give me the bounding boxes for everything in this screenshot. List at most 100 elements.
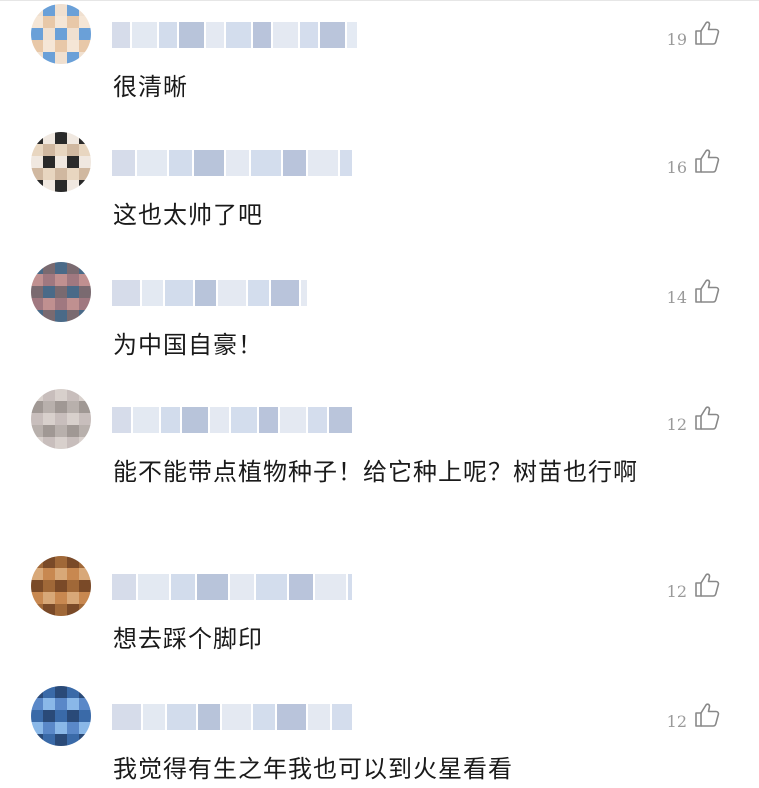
avatar-pixel <box>43 413 55 425</box>
username-blur-block <box>231 407 257 433</box>
avatar-pixel <box>43 156 55 168</box>
avatar-pixel <box>67 389 79 401</box>
top-divider <box>0 0 759 1</box>
avatar-pixel <box>67 604 79 616</box>
avatar-pixel <box>31 389 43 401</box>
avatar-pixel <box>31 144 43 156</box>
username-blurred[interactable] <box>112 574 352 600</box>
username-blur-block <box>226 22 251 48</box>
avatar-pixel <box>67 262 79 274</box>
username-blur-block <box>171 574 195 600</box>
username-blur-block <box>251 150 281 176</box>
avatar[interactable] <box>31 389 91 449</box>
avatar-pixel <box>79 156 91 168</box>
avatar-pixel <box>43 556 55 568</box>
avatar-pixel <box>67 568 79 580</box>
avatar[interactable] <box>31 132 91 192</box>
username-blur-block <box>194 150 224 176</box>
username-blur-block <box>273 22 298 48</box>
avatar[interactable] <box>31 556 91 616</box>
avatar-pixel <box>31 310 43 322</box>
avatar-pixel <box>31 710 43 722</box>
avatar-pixel <box>79 28 91 40</box>
username-blur-block <box>277 704 306 730</box>
comment-text: 能不能带点植物种子！给它种上呢？树苗也行啊 <box>113 458 638 486</box>
avatar-pixel <box>43 132 55 144</box>
username-blurred[interactable] <box>112 704 352 730</box>
avatar-pixel <box>79 734 91 746</box>
username-blurred[interactable] <box>112 150 352 176</box>
avatar-pixel <box>43 168 55 180</box>
thumbs-up-icon[interactable] <box>693 147 721 175</box>
avatar[interactable] <box>31 686 91 746</box>
avatar-pixel <box>43 722 55 734</box>
avatar-pixel <box>67 286 79 298</box>
username-blur-block <box>308 704 330 730</box>
username-blur-block <box>315 574 346 600</box>
avatar-pixel <box>43 28 55 40</box>
avatar-pixel <box>43 568 55 580</box>
thumbs-up-icon[interactable] <box>693 571 721 599</box>
avatar-pixel <box>79 132 91 144</box>
avatar-pixel <box>31 425 43 437</box>
avatar-pixel <box>31 156 43 168</box>
avatar-pixel <box>79 298 91 310</box>
username-blur-block <box>308 407 327 433</box>
username-blur-block <box>210 407 229 433</box>
avatar-pixel <box>43 401 55 413</box>
avatar-pixel <box>31 132 43 144</box>
username-blur-block <box>198 704 220 730</box>
username-blur-block <box>182 407 208 433</box>
username-blur-block <box>112 574 136 600</box>
avatar-pixel <box>55 568 67 580</box>
avatar-pixel <box>31 4 43 16</box>
avatar-pixel <box>31 274 43 286</box>
username-blur-block <box>161 407 180 433</box>
avatar-pixel <box>55 413 67 425</box>
avatar-pixel <box>31 722 43 734</box>
comment-text: 为中国自豪！ <box>113 331 263 359</box>
avatar-pixel <box>67 698 79 710</box>
avatar[interactable] <box>31 4 91 64</box>
avatar-pixel <box>55 389 67 401</box>
comment-text: 想去踩个脚印 <box>113 625 263 653</box>
avatar-pixel <box>43 592 55 604</box>
thumbs-up-icon[interactable] <box>693 701 721 729</box>
avatar-pixel <box>31 413 43 425</box>
username-blur-block <box>253 704 275 730</box>
thumbs-up-icon[interactable] <box>693 277 721 305</box>
avatar-pixel <box>31 168 43 180</box>
username-blur-block <box>332 704 352 730</box>
username-blur-block <box>133 407 159 433</box>
avatar[interactable] <box>31 262 91 322</box>
like-count: 12 <box>666 415 687 434</box>
avatar-pixel <box>67 425 79 437</box>
avatar-pixel <box>55 401 67 413</box>
avatar-pixel <box>67 52 79 64</box>
thumbs-up-icon[interactable] <box>693 19 721 47</box>
username-blur-block <box>159 22 177 48</box>
avatar-pixel <box>67 180 79 192</box>
username-blur-block <box>283 150 306 176</box>
avatar-pixel <box>43 262 55 274</box>
avatar-pixel <box>55 16 67 28</box>
username-blur-block <box>289 574 313 600</box>
username-blurred[interactable] <box>112 407 352 433</box>
avatar-pixel <box>43 310 55 322</box>
avatar-pixel <box>43 604 55 616</box>
username-blurred[interactable] <box>112 22 357 48</box>
avatar-pixel <box>67 4 79 16</box>
username-blur-block <box>169 150 192 176</box>
username-blur-block <box>112 704 141 730</box>
avatar-pixel <box>67 144 79 156</box>
avatar-pixel <box>31 40 43 52</box>
avatar-pixel <box>67 556 79 568</box>
username-blurred[interactable] <box>112 280 307 306</box>
avatar-pixel <box>55 556 67 568</box>
avatar-pixel <box>55 710 67 722</box>
avatar-pixel <box>55 734 67 746</box>
avatar-pixel <box>43 580 55 592</box>
like-area: 12 <box>667 401 721 434</box>
avatar-pixel <box>79 710 91 722</box>
thumbs-up-icon[interactable] <box>693 404 721 432</box>
